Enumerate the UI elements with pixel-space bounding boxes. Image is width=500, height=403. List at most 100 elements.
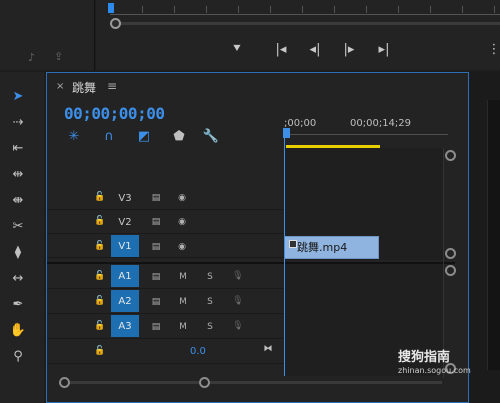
solo-button[interactable]: S xyxy=(204,271,216,283)
playhead-timecode[interactable]: 00;00;00;00 xyxy=(64,104,165,123)
ruler-tick xyxy=(302,6,303,13)
linked-selection-icon[interactable]: ◩ xyxy=(136,128,152,144)
track-name-v2[interactable]: V2 xyxy=(111,211,139,233)
track-name-a1[interactable]: A1 xyxy=(111,265,139,287)
sync-lock-icon[interactable]: ▤ xyxy=(150,321,162,333)
zoom-tool-icon[interactable]: ⚲ xyxy=(6,346,30,366)
export-frame-icon[interactable]: ⇪ xyxy=(54,50,63,63)
zoom-left-handle[interactable] xyxy=(59,377,70,388)
step-forward-edit-icon[interactable]: ▸| xyxy=(374,40,394,58)
lock-icon[interactable]: 🔓 xyxy=(94,241,105,251)
sync-lock-icon[interactable]: ▤ xyxy=(150,296,162,308)
close-tab-icon[interactable]: × xyxy=(56,81,64,92)
ruler-tick xyxy=(174,6,175,13)
slip-tool-icon[interactable]: ⧫ xyxy=(6,242,30,262)
timeline-zoom-scrollbar[interactable] xyxy=(62,381,442,384)
tab-menu-icon[interactable]: ≡ xyxy=(107,79,117,93)
mute-button[interactable]: M xyxy=(177,321,189,333)
lock-icon[interactable]: 🔓 xyxy=(94,296,105,306)
program-playhead[interactable] xyxy=(108,3,114,13)
eye-icon[interactable]: ◉ xyxy=(176,216,188,228)
track-area-a3[interactable] xyxy=(284,314,444,339)
audio-scroll-top-handle[interactable] xyxy=(445,265,456,276)
solo-button[interactable]: S xyxy=(204,321,216,333)
sync-lock-icon[interactable]: ▤ xyxy=(150,192,162,204)
lock-icon[interactable]: 🔓 xyxy=(94,346,105,356)
track-name-v1[interactable]: V1 xyxy=(111,235,139,257)
lock-icon[interactable]: 🔓 xyxy=(94,321,105,331)
mute-button[interactable]: M xyxy=(177,296,189,308)
go-to-end-icon[interactable]: ⧓ xyxy=(262,343,274,355)
program-scrollbar[interactable] xyxy=(120,22,500,25)
track-area-empty xyxy=(284,148,444,186)
mute-button[interactable]: M xyxy=(177,271,189,283)
ruler-tick xyxy=(206,6,207,13)
ruler-tick xyxy=(366,6,367,13)
ruler-tick xyxy=(334,6,335,13)
eye-icon[interactable]: ◉ xyxy=(176,241,188,253)
master-volume-value[interactable]: 0.0 xyxy=(190,346,206,357)
nest-sequence-icon[interactable]: ✳ xyxy=(66,128,82,144)
track-area-a2[interactable] xyxy=(284,289,444,314)
source-monitor-left: ♪ ⇪ xyxy=(0,0,95,70)
track-name-a3[interactable]: A3 xyxy=(111,315,139,337)
zoom-right-handle[interactable] xyxy=(199,377,210,388)
ruler-tick xyxy=(238,6,239,13)
watermark-url: zhinan.sogou.com xyxy=(398,366,471,375)
ruler-tick xyxy=(430,6,431,13)
slide-tool-icon[interactable]: ↔ xyxy=(6,268,30,288)
track-scrollbar-divider xyxy=(443,148,444,378)
step-back-frame-icon[interactable]: ◂| xyxy=(306,40,324,58)
program-ruler xyxy=(110,14,500,15)
program-monitor xyxy=(96,0,500,70)
track-area-v3[interactable] xyxy=(284,186,444,210)
add-marker-icon[interactable]: ⯆ xyxy=(226,40,248,58)
track-name-v3[interactable]: V3 xyxy=(111,187,139,209)
sequence-tab-title[interactable]: 跳舞 xyxy=(72,79,96,96)
snap-icon[interactable]: ∩ xyxy=(101,128,117,144)
ruler-tick xyxy=(142,6,143,13)
microphone-icon[interactable]: 🎙 xyxy=(232,295,244,307)
lock-icon[interactable]: 🔓 xyxy=(94,216,105,226)
microphone-icon[interactable]: 🎙 xyxy=(232,320,244,332)
rate-stretch-tool-icon[interactable]: ⇼ xyxy=(6,190,30,210)
lock-icon[interactable]: 🔓 xyxy=(94,271,105,281)
video-scroll-bottom-handle[interactable] xyxy=(445,248,456,259)
ripple-edit-tool-icon[interactable]: ⇤ xyxy=(6,138,30,158)
track-area-v2[interactable] xyxy=(284,210,444,234)
step-back-edit-icon[interactable]: |◂ xyxy=(272,40,290,58)
timeline-settings-icon[interactable]: 🔧 xyxy=(203,128,219,144)
more-controls-icon[interactable]: ⋮ xyxy=(488,40,500,58)
solo-button[interactable]: S xyxy=(204,296,216,308)
audio-export-icon[interactable]: ♪ xyxy=(28,51,35,64)
track-area-a1[interactable] xyxy=(284,264,444,289)
hand-tool-icon[interactable]: ✋ xyxy=(6,320,30,340)
program-scroll-handle[interactable] xyxy=(110,18,121,29)
rolling-edit-tool-icon[interactable]: ⇹ xyxy=(6,164,30,184)
video-scroll-top-handle[interactable] xyxy=(445,150,456,161)
add-marker-icon[interactable]: ⬟ xyxy=(171,128,187,144)
ruler-tick xyxy=(270,6,271,13)
ruler-tick xyxy=(494,6,495,13)
pen-tool-icon[interactable]: ✒ xyxy=(6,294,30,314)
ruler-tick xyxy=(398,6,399,13)
sync-lock-icon[interactable]: ▤ xyxy=(150,216,162,228)
zoom-tool-extra-icon xyxy=(6,372,30,392)
clip-label: 跳舞.mp4 xyxy=(297,241,348,254)
microphone-icon[interactable]: 🎙 xyxy=(232,270,244,282)
sync-lock-icon[interactable]: ▤ xyxy=(150,241,162,253)
sync-lock-icon[interactable]: ▤ xyxy=(150,271,162,283)
selection-tool-icon[interactable]: ➤ xyxy=(6,86,30,106)
track-name-a2[interactable]: A2 xyxy=(111,290,139,312)
watermark-logo: 搜狗指南 xyxy=(398,350,451,365)
playhead-line xyxy=(284,134,285,376)
track-select-tool-icon[interactable]: ⇢ xyxy=(6,112,30,132)
razor-tool-icon[interactable]: ✂ xyxy=(6,216,30,236)
lock-icon[interactable]: 🔓 xyxy=(94,192,105,202)
right-panel-inner xyxy=(487,100,500,370)
timeline-ruler[interactable] xyxy=(284,134,448,135)
ruler-tick xyxy=(462,6,463,13)
eye-icon[interactable]: ◉ xyxy=(176,192,188,204)
step-forward-frame-icon[interactable]: |▸ xyxy=(340,40,358,58)
fx-badge-icon xyxy=(289,240,297,248)
